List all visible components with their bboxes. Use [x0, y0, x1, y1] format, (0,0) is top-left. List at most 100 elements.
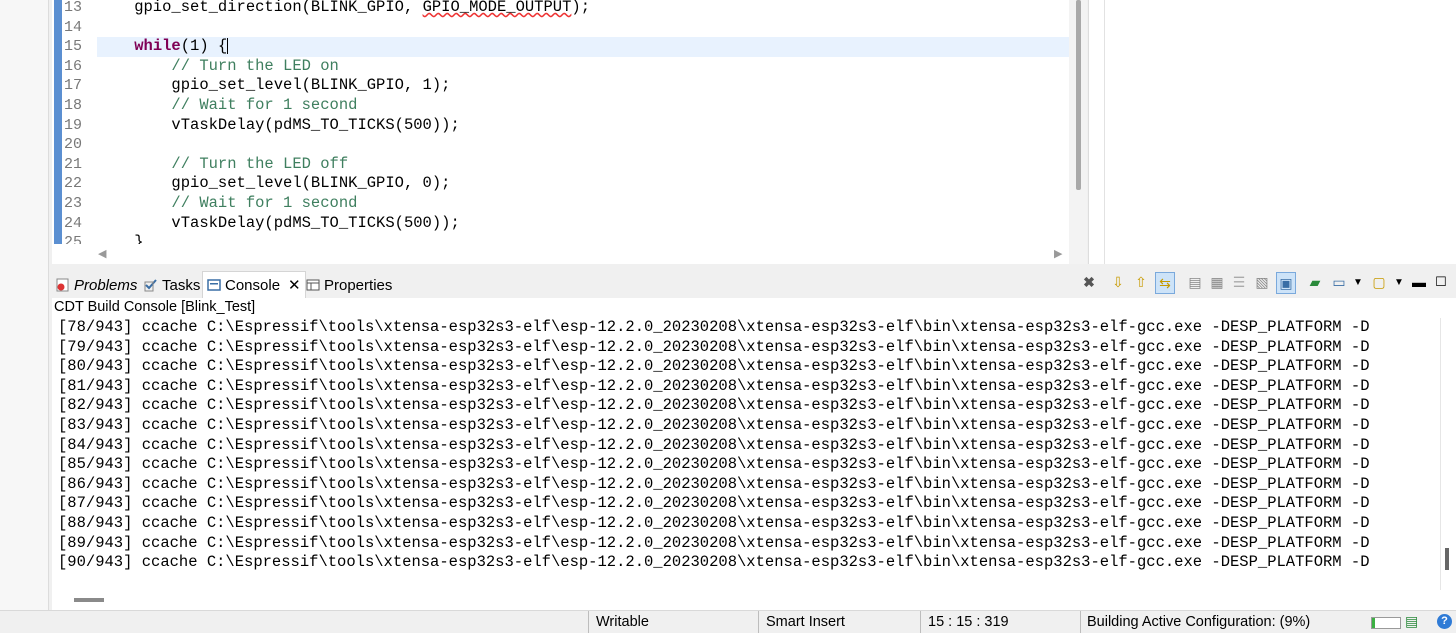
link-icon[interactable]: ⇆ — [1155, 272, 1175, 294]
cursor-position-status[interactable]: 15 : 15 : 319 — [928, 614, 1009, 630]
console-line: [89/943] ccache C:\Espressif\tools\xtens… — [58, 533, 1370, 552]
line-number-label: 13 — [64, 0, 83, 16]
console-horizontal-scrollbar[interactable] — [52, 590, 1456, 610]
clear-console-icon[interactable]: ▤ — [1186, 272, 1204, 292]
properties-icon — [306, 278, 320, 292]
code-line[interactable]: gpio_set_direction(BLINK_GPIO, GPIO_MODE… — [97, 0, 1069, 18]
scroll-left-icon[interactable]: ◀ — [98, 247, 106, 260]
next-annotation-icon[interactable]: ⇩ — [1109, 272, 1127, 292]
console-line: [85/943] ccache C:\Espressif\tools\xtens… — [58, 455, 1370, 474]
line-number-gutter: 13 14 15 16 17 18 19 20 21 22 23 24 25 — [52, 0, 94, 253]
text-cursor — [227, 38, 229, 55]
word-wrap-icon[interactable]: ☰ — [1230, 272, 1248, 292]
tab-console-label: Console — [225, 276, 281, 294]
line-number: 13 — [52, 0, 94, 18]
change-marker — [54, 174, 62, 194]
comment-token: // Wait for 1 second — [97, 194, 358, 212]
line-number: 15 — [52, 37, 94, 57]
new-console-view-icon[interactable]: ▢ — [1370, 272, 1388, 292]
build-progress-bar[interactable] — [1371, 617, 1401, 629]
comment-token: // Turn the LED off — [97, 154, 349, 173]
code-line[interactable]: gpio_set_level(BLINK_GPIO, 0); — [97, 174, 1069, 194]
tab-tasks[interactable]: Tasks — [144, 274, 200, 296]
tasks-icon — [144, 278, 158, 292]
display-selected-console-icon[interactable]: ▭ — [1330, 272, 1348, 292]
progress-view-icon[interactable]: ▤ — [1405, 613, 1418, 630]
comment-token: // Turn the LED on — [97, 56, 339, 75]
tab-tasks-label: Tasks — [162, 276, 201, 294]
code-line[interactable]: while(1) { — [97, 37, 1069, 57]
code-line[interactable] — [97, 18, 1069, 38]
console-output[interactable]: [78/943] ccache C:\Espressif\tools\xtens… — [52, 318, 1440, 590]
console-line: [82/943] ccache C:\Espressif\tools\xtens… — [58, 396, 1370, 415]
console-line: [88/943] ccache C:\Espressif\tools\xtens… — [58, 514, 1370, 532]
code-line[interactable]: // Turn the LED off — [97, 155, 1069, 175]
change-marker — [54, 154, 62, 175]
chevron-down-icon[interactable]: ▼ — [1349, 272, 1367, 292]
code-line[interactable]: vTaskDelay(pdMS_TO_TICKS(500)); — [97, 116, 1069, 136]
code-line[interactable]: // Turn the LED on — [97, 57, 1069, 77]
line-number: 22 — [52, 174, 94, 194]
maximize-icon[interactable]: ☐ — [1432, 272, 1450, 292]
code-line[interactable] — [97, 135, 1069, 155]
change-marker — [54, 37, 62, 57]
line-number: 17 — [52, 76, 94, 96]
console-line: [83/943] ccache C:\Espressif\tools\xtens… — [58, 416, 1370, 434]
change-marker — [54, 56, 62, 77]
scroll-right-icon[interactable]: ▶ — [1054, 247, 1062, 260]
console-hscroll-thumb[interactable] — [74, 598, 104, 602]
minimize-icon[interactable]: ▬ — [1410, 272, 1428, 292]
change-marker — [54, 115, 62, 136]
console-line: [90/943] ccache C:\Espressif\tools\xtens… — [58, 553, 1370, 572]
line-number: 19 — [52, 115, 94, 136]
code-editor[interactable]: 13 14 15 16 17 18 19 20 21 22 23 24 25 gpio_set_dire… — [52, 0, 1069, 264]
open-console-icon[interactable]: ▰ — [1306, 272, 1324, 292]
line-number-label: 19 — [64, 116, 83, 134]
terminate-icon[interactable]: ✖ — [1080, 272, 1098, 292]
code-line[interactable]: gpio_set_level(BLINK_GPIO, 1); — [97, 76, 1069, 96]
close-tab-icon[interactable]: ✕ — [288, 276, 301, 294]
tab-console[interactable]: Console ✕ — [202, 271, 306, 298]
line-number-label: 21 — [64, 155, 83, 173]
line-number: 20 — [52, 135, 94, 155]
writable-status: Writable — [596, 614, 649, 630]
change-marker — [54, 17, 62, 38]
line-number: 14 — [52, 17, 94, 38]
problems-icon — [56, 278, 70, 292]
change-marker — [54, 194, 62, 214]
help-icon[interactable]: ? — [1437, 614, 1452, 629]
change-marker — [54, 0, 62, 18]
pane-divider — [1104, 0, 1105, 264]
change-marker — [54, 76, 62, 96]
scroll-lock-icon[interactable]: ▦ — [1208, 272, 1226, 292]
change-marker — [54, 135, 62, 155]
insert-mode-status[interactable]: Smart Insert — [766, 614, 845, 630]
console-line: [84/943] ccache C:\Espressif\tools\xtens… — [58, 435, 1370, 454]
view-menu-icon[interactable]: ▼ — [1390, 272, 1408, 292]
line-number: 24 — [52, 213, 94, 234]
tab-properties[interactable]: Properties — [306, 274, 392, 296]
editor-horizontal-scrollbar[interactable]: ◀ ▶ — [52, 244, 1069, 264]
keyword-token: while — [134, 37, 181, 56]
line-number-label: 16 — [64, 57, 83, 75]
editor-vertical-scrollbar[interactable] — [1069, 0, 1087, 264]
status-separator — [920, 611, 921, 633]
tab-problems[interactable]: Problems — [56, 274, 137, 296]
previous-annotation-icon[interactable]: ⇧ — [1132, 272, 1150, 292]
show-on-output-icon[interactable]: ▧ — [1253, 272, 1271, 292]
code-line[interactable]: // Wait for 1 second — [97, 96, 1069, 116]
editor-scroll-thumb[interactable] — [1076, 0, 1081, 190]
left-trim — [0, 0, 49, 610]
tab-properties-label: Properties — [324, 276, 393, 294]
line-number: 16 — [52, 56, 94, 77]
console-vertical-scrollbar[interactable] — [1440, 318, 1456, 590]
change-marker — [54, 96, 62, 116]
code-token: vTaskDelay(pdMS_TO_TICKS(500)); — [97, 115, 460, 134]
console-scroll-thumb[interactable] — [1445, 548, 1449, 570]
code-line[interactable]: // Wait for 1 second — [97, 194, 1069, 214]
status-bar: Writable Smart Insert 15 : 15 : 319 Buil… — [0, 610, 1456, 633]
line-number-label: 20 — [64, 136, 83, 154]
status-separator — [758, 611, 759, 633]
code-line[interactable]: vTaskDelay(pdMS_TO_TICKS(500)); — [97, 214, 1069, 234]
pin-console-icon[interactable]: ▣ — [1276, 272, 1296, 294]
